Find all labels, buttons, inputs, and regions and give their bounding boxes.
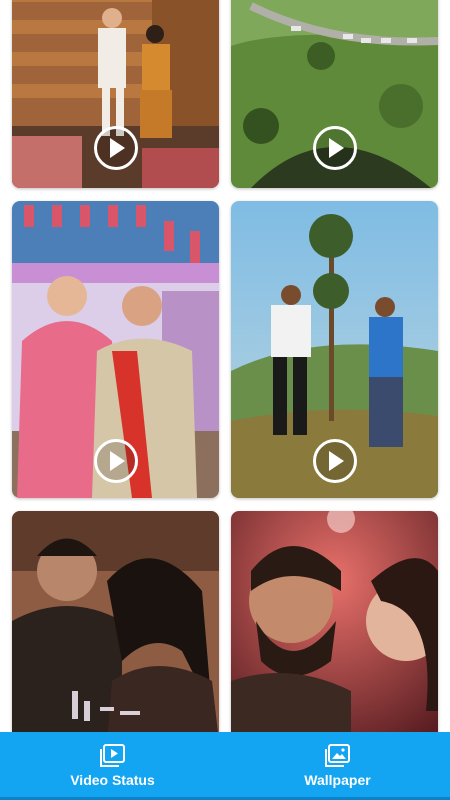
play-icon[interactable]: [312, 126, 357, 170]
image-gallery-icon: [324, 744, 350, 767]
video-feed-grid: [0, 0, 450, 732]
tab-label: Video Status: [70, 772, 155, 788]
video-card-6[interactable]: [231, 511, 438, 732]
play-icon[interactable]: [93, 439, 138, 483]
video-thumbnail: [12, 511, 219, 732]
video-library-icon: [99, 744, 125, 767]
play-icon[interactable]: [93, 126, 138, 170]
video-card-2[interactable]: [231, 0, 438, 188]
video-card-4[interactable]: [231, 201, 438, 498]
video-card-3[interactable]: [12, 201, 219, 498]
tab-wallpaper[interactable]: Wallpaper: [225, 732, 450, 800]
tab-video-status[interactable]: Video Status: [0, 732, 225, 800]
play-icon[interactable]: [312, 439, 357, 483]
tab-label: Wallpaper: [304, 772, 371, 788]
video-thumbnail: [231, 511, 438, 732]
video-card-1[interactable]: [12, 0, 219, 188]
video-card-5[interactable]: [12, 511, 219, 732]
bottom-navigation-bar: Video Status Wallpaper: [0, 732, 450, 800]
